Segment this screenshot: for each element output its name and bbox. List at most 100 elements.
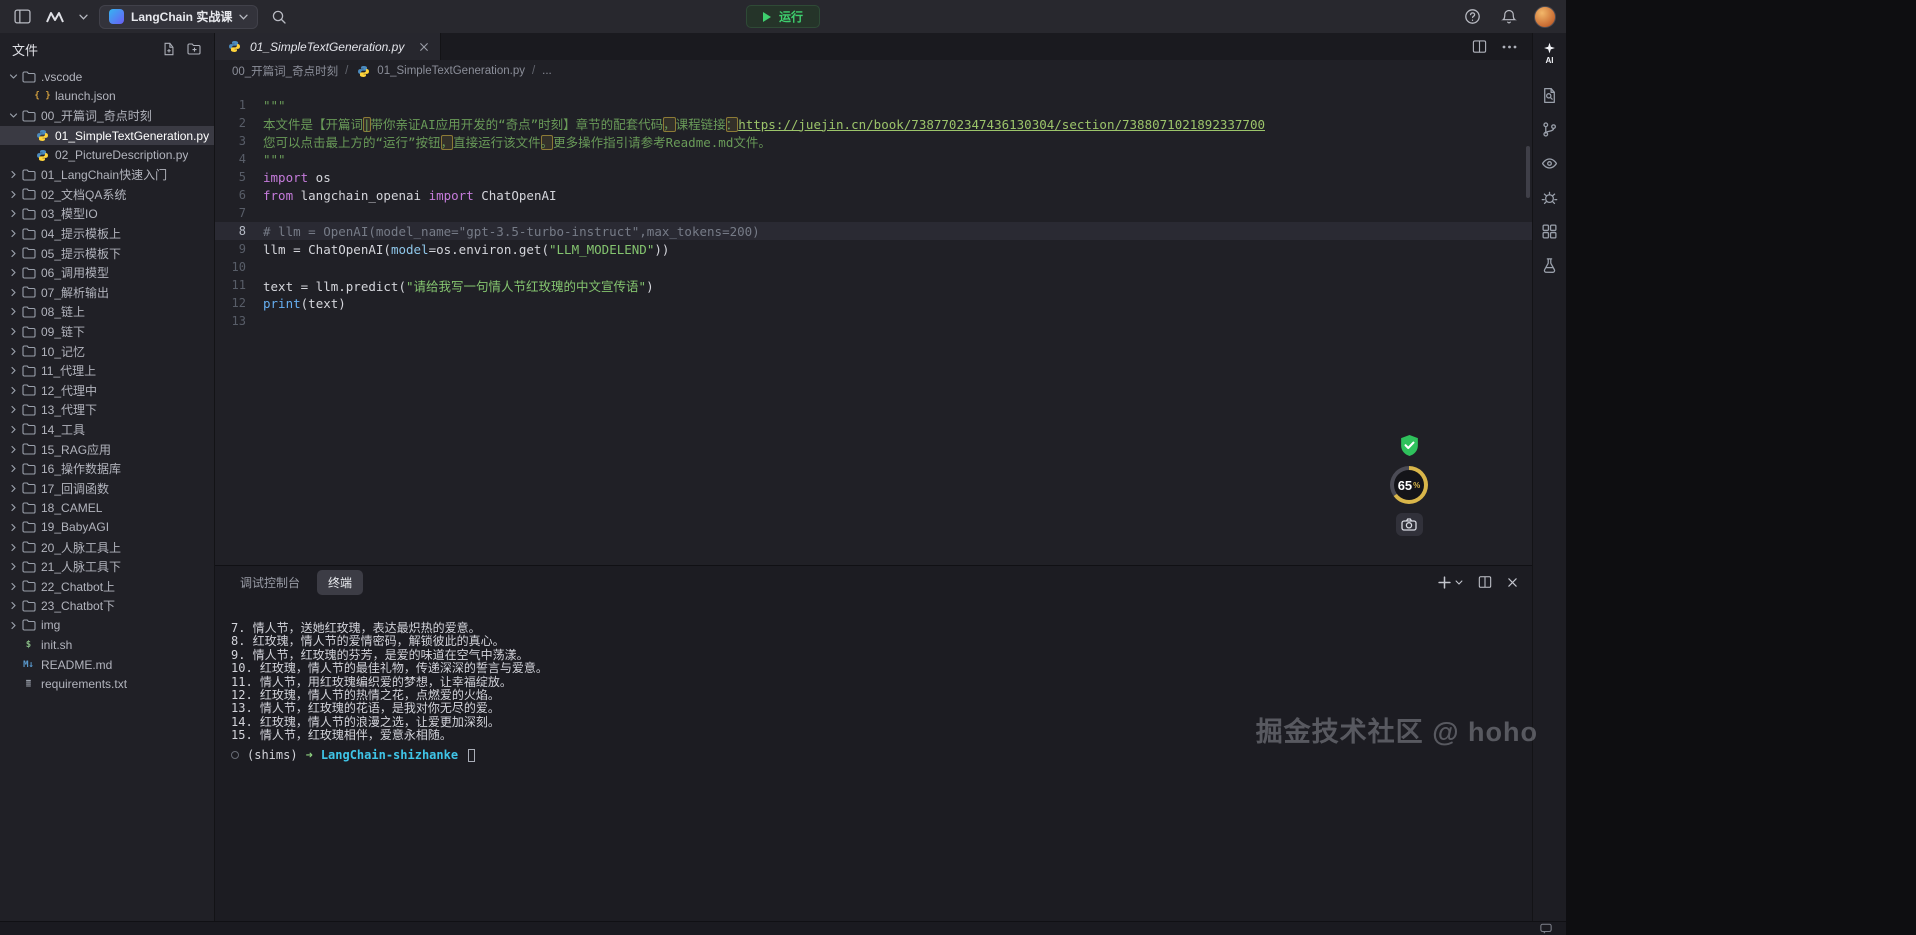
tree-item[interactable]: 01_SimpleTextGeneration.py [0,126,214,146]
tree-item[interactable]: 22_Chatbot上 [0,576,214,596]
chevron-right-icon [6,209,20,218]
screenshot-camera-icon[interactable] [1396,513,1423,536]
topbar-right [1460,5,1556,29]
terminal-output[interactable]: 7. 情人节，送她红玫瑰，表达最炽热的爱意。8. 红玫瑰，情人节的爱情密码，解锁… [215,598,1532,921]
code-line[interactable]: 6from langchain_openai import ChatOpenAI [215,186,1532,204]
new-terminal-icon[interactable] [1438,576,1463,589]
chevron-right-icon [6,582,20,591]
breadcrumb-item[interactable]: 01_SimpleTextGeneration.py [355,65,525,78]
layout-toggle-icon[interactable] [10,5,34,29]
chevron-right-icon [6,621,20,630]
editor-tab[interactable]: 01_SimpleTextGeneration.py [215,33,441,60]
code-line[interactable]: 10 [215,258,1532,276]
bottom-panel: 调试控制台终端 7. 情 [215,565,1532,921]
code-line[interactable]: 1""" [215,96,1532,114]
tree-item[interactable]: 23_Chatbot下 [0,596,214,616]
tree-item-label: 06_调用模型 [41,264,109,281]
search-icon[interactable] [267,5,291,29]
tree-item[interactable]: img [0,616,214,636]
breadcrumb-item[interactable]: 00_开篇词_奇点时刻 [232,63,338,79]
new-folder-icon[interactable] [187,43,202,56]
more-actions-icon[interactable] [1502,45,1517,49]
split-editor-icon[interactable] [1472,39,1487,54]
tree-item[interactable]: 00_开篇词_奇点时刻 [0,106,214,126]
code-line[interactable]: 2本文件是【开篇词|带你亲证AI应用开发的“奇点”时刻】章节的配套代码，课程链接… [215,114,1532,132]
tree-item[interactable]: ≣requirements.txt [0,674,214,694]
run-button[interactable]: 运行 [746,5,820,28]
tree-item[interactable]: .vscode [0,67,214,87]
folder-icon [20,306,37,318]
tree-item[interactable]: 14_工具 [0,420,214,440]
chevron-right-icon [6,386,20,395]
user-avatar[interactable] [1534,6,1556,28]
line-number: 5 [215,170,263,184]
folder-icon [20,384,37,396]
code-line[interactable]: 8# llm = OpenAI(model_name="gpt-3.5-turb… [215,222,1532,240]
close-tab-icon[interactable] [419,42,429,52]
folder-icon [20,286,37,298]
panel-tab[interactable]: 调试控制台 [229,570,311,595]
tree-item[interactable]: 02_文档QA系统 [0,185,214,205]
source-control-icon[interactable] [1536,115,1564,143]
score-badge[interactable]: 65% [1390,466,1428,504]
new-file-icon[interactable] [162,42,176,56]
code-line[interactable]: 11text = llm.predict("请给我写一句情人节红玫瑰的中文宣传语… [215,276,1532,294]
editor-scrollbar[interactable] [1526,146,1530,198]
marscode-logo[interactable] [43,5,67,29]
file-search-icon[interactable] [1536,81,1564,109]
tree-item[interactable]: 17_回调函数 [0,478,214,498]
tree-item[interactable]: 18_CAMEL [0,498,214,518]
tree-item[interactable]: 16_操作数据库 [0,459,214,479]
tree-item[interactable]: 09_链下 [0,322,214,342]
tree-item[interactable]: 02_PictureDescription.py [0,145,214,165]
tree-item[interactable]: 19_BabyAGI [0,518,214,538]
tree-item[interactable]: 20_人脉工具上 [0,537,214,557]
panel-tab[interactable]: 终端 [317,570,363,595]
tree-item[interactable]: 05_提示模板下 [0,243,214,263]
folder-icon [20,541,37,553]
logo-chevron-down-icon[interactable] [76,5,90,29]
tree-item[interactable]: 10_记忆 [0,341,214,361]
tree-item[interactable]: 04_提示模板上 [0,224,214,244]
text-file-icon: ≣ [20,679,37,689]
ai-assistant-button[interactable]: AI [1543,42,1556,65]
code-line[interactable]: 13 [215,312,1532,330]
project-switcher[interactable]: LangChain 实战课 [99,5,258,29]
feedback-chat-icon[interactable] [1540,923,1552,934]
close-panel-icon[interactable] [1507,577,1518,588]
code-line[interactable]: 4""" [215,150,1532,168]
panel-tabs: 调试控制台终端 [229,570,363,595]
tree-item[interactable]: 21_人脉工具下 [0,557,214,577]
tree-item[interactable]: { }launch.json [0,87,214,107]
tree-item[interactable]: 03_模型IO [0,204,214,224]
breadcrumb-item[interactable]: ... [542,65,552,77]
debug-icon[interactable] [1536,183,1564,211]
security-shield-icon[interactable] [1399,434,1420,457]
tree-item-label: 15_RAG应用 [41,441,111,458]
tree-item[interactable]: M↓README.md [0,655,214,675]
tree-item[interactable]: 12_代理中 [0,381,214,401]
tree-item[interactable]: 07_解析输出 [0,283,214,303]
code-review-icon[interactable] [1536,149,1564,177]
tree-item[interactable]: 01_LangChain快速入门 [0,165,214,185]
tree-item[interactable]: 13_代理下 [0,400,214,420]
apps-grid-icon[interactable] [1536,217,1564,245]
tree-item[interactable]: 15_RAG应用 [0,439,214,459]
lab-flask-icon[interactable] [1536,251,1564,279]
split-panel-icon[interactable] [1478,575,1492,589]
code-line[interactable]: 5import os [215,168,1532,186]
breadcrumb-label: 01_SimpleTextGeneration.py [377,65,525,77]
code-editor[interactable]: 1"""2本文件是【开篇词|带你亲证AI应用开发的“奇点”时刻】章节的配套代码，… [215,82,1532,565]
code-line[interactable]: 3您可以点击最上方的“运行”按钮，直接运行该文件。更多操作指引请参考Readme… [215,132,1532,150]
help-icon[interactable] [1460,5,1484,29]
file-explorer-sidebar: 文件 .vscode{ }launch.json00_开篇词_奇点时刻01_Si… [0,33,215,921]
chevron-right-icon [6,562,20,571]
tree-item[interactable]: 08_链上 [0,302,214,322]
code-line[interactable]: 7 [215,204,1532,222]
tree-item[interactable]: $init.sh [0,635,214,655]
tree-item[interactable]: 06_调用模型 [0,263,214,283]
notifications-bell-icon[interactable] [1497,5,1521,29]
code-line[interactable]: 12print(text) [215,294,1532,312]
code-line[interactable]: 9llm = ChatOpenAI(model=os.environ.get("… [215,240,1532,258]
tree-item[interactable]: 11_代理上 [0,361,214,381]
